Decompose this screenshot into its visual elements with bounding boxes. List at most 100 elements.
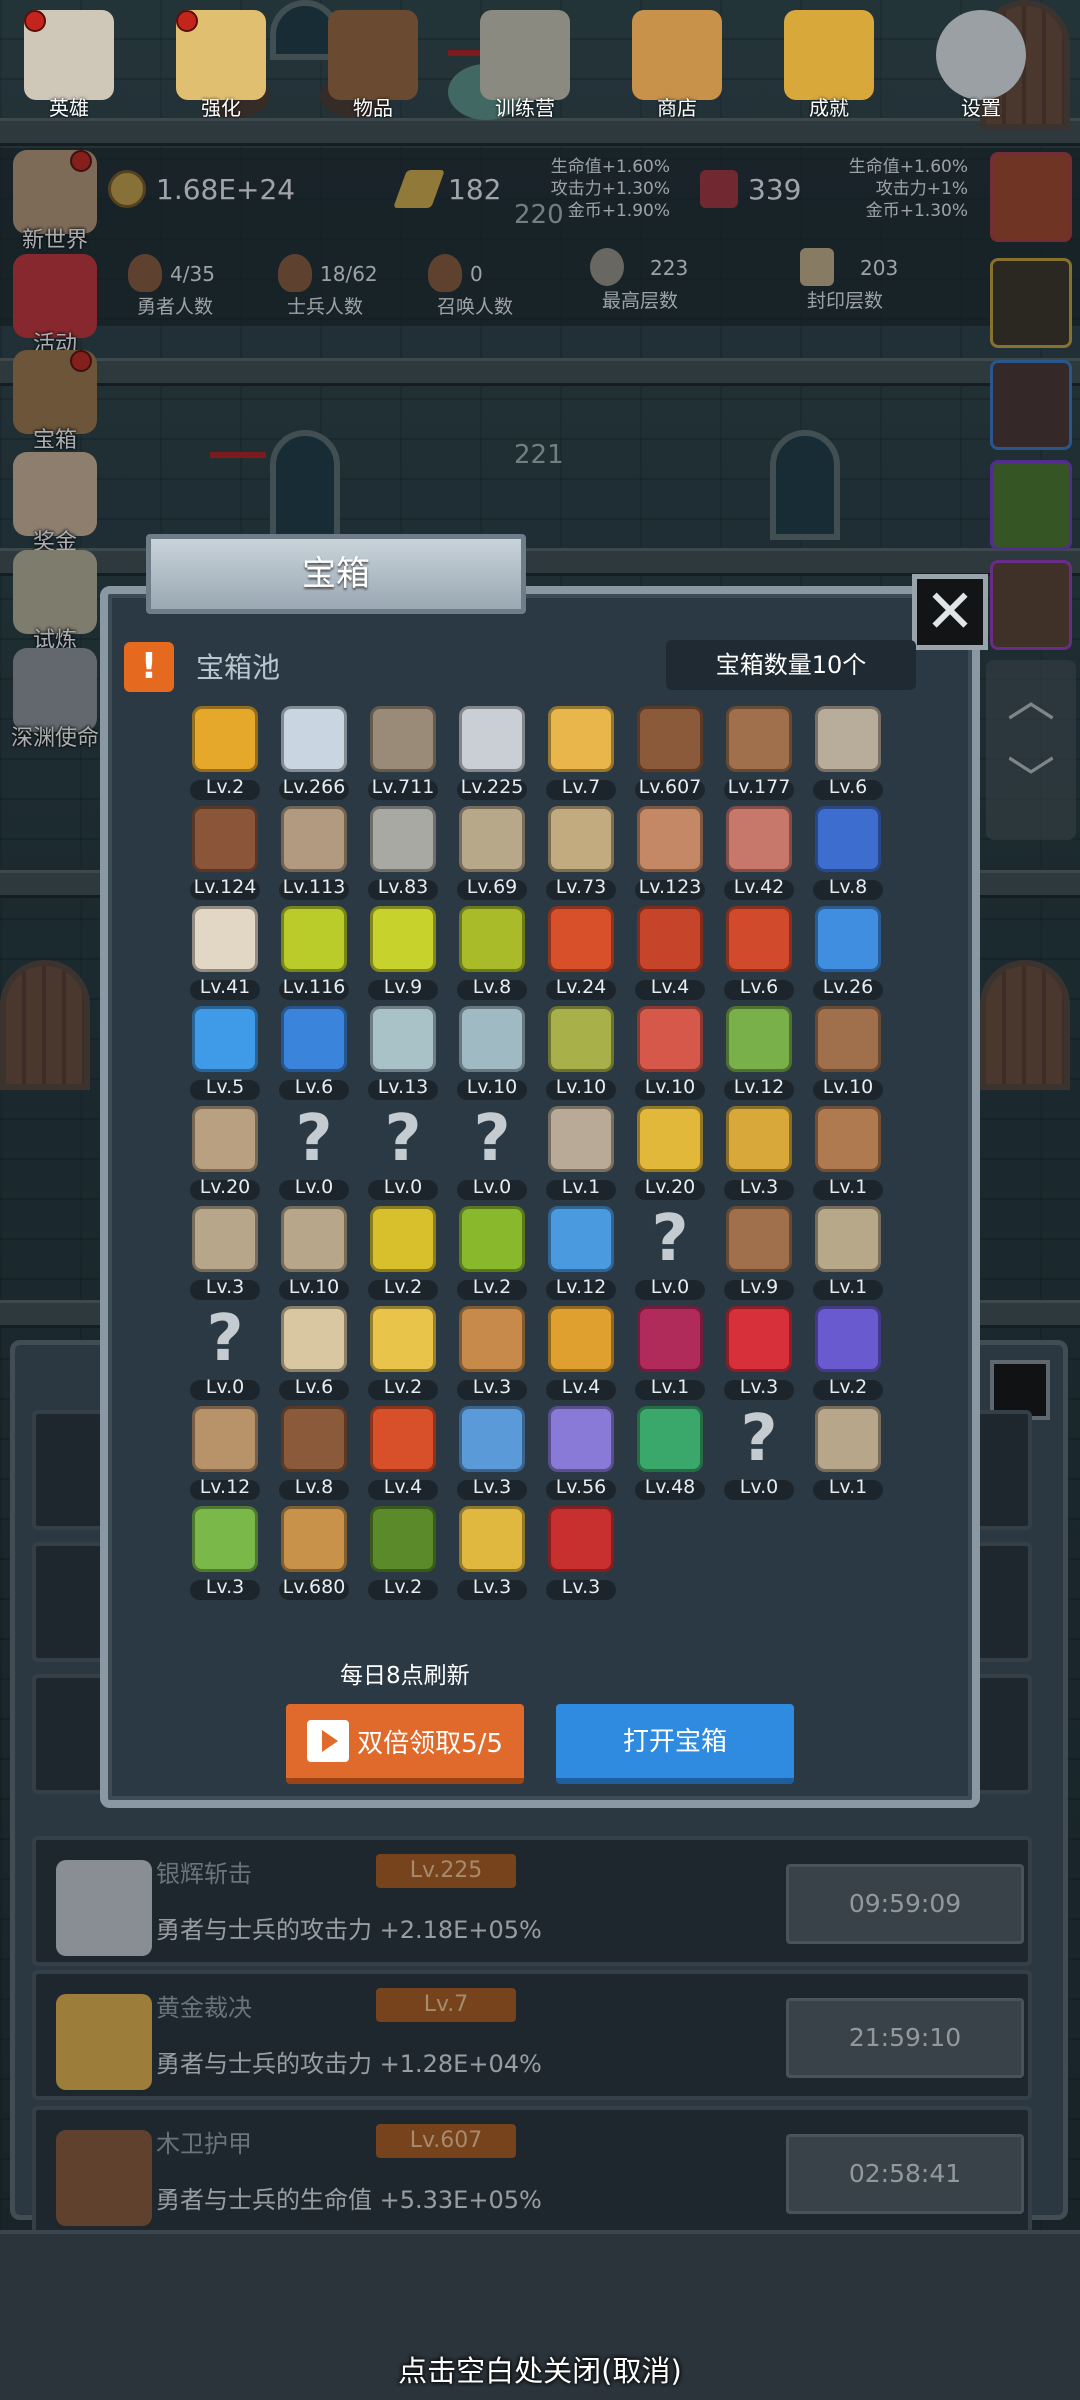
item-level: Lv.73 <box>555 876 607 898</box>
chest-item[interactable]: Lv.3 <box>716 1100 802 1200</box>
info-icon[interactable]: ! <box>124 642 174 692</box>
chest-item[interactable]: Lv.10 <box>271 1200 357 1300</box>
chest-item[interactable]: Lv.4 <box>360 1400 446 1500</box>
chest-item[interactable]: Lv.10 <box>538 1000 624 1100</box>
chest-item[interactable]: Lv.124 <box>182 800 268 900</box>
chest-item[interactable]: Lv.711 <box>360 700 446 800</box>
chest-item[interactable]: Lv.69 <box>449 800 535 900</box>
chest-item[interactable]: Lv.73 <box>538 800 624 900</box>
item-level: Lv.9 <box>383 976 423 998</box>
chest-item[interactable]: Lv.9 <box>716 1200 802 1300</box>
chest-item[interactable]: Lv.1 <box>805 1100 891 1200</box>
chest-item[interactable]: Lv.5 <box>182 1000 268 1100</box>
chest-item[interactable]: Lv.2 <box>182 700 268 800</box>
unknown-icon: ? <box>473 1102 511 1176</box>
chest-item[interactable]: Lv.6 <box>716 900 802 1000</box>
chest-item[interactable]: Lv.10 <box>627 1000 713 1100</box>
chest-item[interactable]: Lv.48 <box>627 1400 713 1500</box>
chest-item[interactable]: ? Lv.0 <box>182 1300 268 1400</box>
chest-item[interactable]: Lv.20 <box>182 1100 268 1200</box>
item-level: Lv.8 <box>294 1476 334 1498</box>
item-level: Lv.7 <box>561 776 601 798</box>
pouch-icon <box>815 806 881 872</box>
torch-icon <box>637 1106 703 1172</box>
chest-item[interactable]: Lv.8 <box>271 1400 357 1500</box>
chest-item[interactable]: Lv.42 <box>716 800 802 900</box>
silver-sword-icon <box>459 706 525 772</box>
chest-item[interactable]: Lv.20 <box>627 1100 713 1200</box>
nav-candle[interactable]: 强化 <box>156 10 286 121</box>
chest-item[interactable]: Lv.2 <box>360 1300 446 1400</box>
nav-label: 训练营 <box>495 96 555 120</box>
nav-beer-mug[interactable]: 商店 <box>612 10 742 121</box>
chest-item[interactable]: Lv.4 <box>627 900 713 1000</box>
chest-item[interactable]: Lv.2 <box>360 1200 446 1300</box>
item-level: Lv.1 <box>828 1176 868 1198</box>
chest-item[interactable]: Lv.12 <box>538 1200 624 1300</box>
chest-item[interactable]: Lv.2 <box>360 1500 446 1600</box>
chest-item[interactable]: Lv.4 <box>538 1300 624 1400</box>
item-level: Lv.42 <box>733 876 785 898</box>
chest-item[interactable]: Lv.3 <box>182 1500 268 1600</box>
chest-item[interactable]: ? Lv.0 <box>360 1100 446 1200</box>
lantern-icon <box>480 10 570 100</box>
chest-item[interactable]: Lv.41 <box>182 900 268 1000</box>
chest-item[interactable]: Lv.2 <box>805 1300 891 1400</box>
nav-skull[interactable]: 英雄 <box>4 10 134 121</box>
crystal-icon <box>637 1306 703 1372</box>
chest-item[interactable]: Lv.9 <box>360 900 446 1000</box>
chest-item[interactable]: Lv.225 <box>449 700 535 800</box>
chest-item[interactable]: Lv.1 <box>538 1100 624 1200</box>
red-potion-icon <box>637 906 703 972</box>
nav-book[interactable]: 物品 <box>308 10 438 121</box>
chest-item[interactable]: Lv.13 <box>360 1000 446 1100</box>
chest-item[interactable]: Lv.3 <box>538 1500 624 1600</box>
open-chest-button[interactable]: 打开宝箱 <box>556 1704 794 1784</box>
chest-item[interactable]: Lv.1 <box>805 1200 891 1300</box>
chest-item[interactable]: Lv.24 <box>538 900 624 1000</box>
nav-key[interactable]: 成就 <box>764 10 894 121</box>
chest-item[interactable]: Lv.10 <box>449 1000 535 1100</box>
chest-item[interactable]: Lv.607 <box>627 700 713 800</box>
chest-item[interactable]: ? Lv.0 <box>449 1100 535 1200</box>
item-level: Lv.8 <box>472 976 512 998</box>
chest-item[interactable]: Lv.266 <box>271 700 357 800</box>
chest-item[interactable]: ? Lv.0 <box>716 1400 802 1500</box>
nav-lantern[interactable]: 训练营 <box>460 10 590 121</box>
chest-item[interactable]: Lv.6 <box>805 700 891 800</box>
nav-gear[interactable]: 设置 <box>916 10 1046 121</box>
chest-item[interactable]: Lv.83 <box>360 800 446 900</box>
chest-item[interactable]: Lv.6 <box>271 1000 357 1100</box>
chest-item[interactable]: Lv.3 <box>716 1300 802 1400</box>
chest-item[interactable]: Lv.8 <box>449 900 535 1000</box>
chest-item[interactable]: Lv.26 <box>805 900 891 1000</box>
chest-item[interactable]: Lv.10 <box>805 1000 891 1100</box>
chest-item[interactable]: Lv.1 <box>805 1400 891 1500</box>
chest-item[interactable]: Lv.8 <box>805 800 891 900</box>
item-level: Lv.10 <box>288 1276 340 1298</box>
diamond-icon <box>281 706 347 772</box>
chest-item[interactable]: Lv.2 <box>449 1200 535 1300</box>
close-icon[interactable]: ✕ <box>912 574 988 650</box>
chest-item[interactable]: ? Lv.0 <box>271 1100 357 1200</box>
chest-item[interactable]: ? Lv.0 <box>627 1200 713 1300</box>
item-level: Lv.1 <box>828 1276 868 1298</box>
chest-item[interactable]: Lv.6 <box>271 1300 357 1400</box>
chest-item[interactable]: Lv.177 <box>716 700 802 800</box>
chest-item[interactable]: Lv.1 <box>627 1300 713 1400</box>
double-claim-button[interactable]: 双倍领取5/5 <box>286 1704 524 1784</box>
chest-item[interactable]: Lv.680 <box>271 1500 357 1600</box>
chest-item[interactable]: Lv.113 <box>271 800 357 900</box>
chest-item[interactable]: Lv.3 <box>449 1300 535 1400</box>
chest-item[interactable]: Lv.7 <box>538 700 624 800</box>
chest-item[interactable]: Lv.3 <box>449 1400 535 1500</box>
unknown-icon: ? <box>740 1402 778 1476</box>
crown-icon <box>192 706 258 772</box>
chest-item[interactable]: Lv.12 <box>182 1400 268 1500</box>
chest-item[interactable]: Lv.116 <box>271 900 357 1000</box>
chest-item[interactable]: Lv.123 <box>627 800 713 900</box>
chest-item[interactable]: Lv.12 <box>716 1000 802 1100</box>
chest-item[interactable]: Lv.56 <box>538 1400 624 1500</box>
chest-item[interactable]: Lv.3 <box>449 1500 535 1600</box>
chest-item[interactable]: Lv.3 <box>182 1200 268 1300</box>
